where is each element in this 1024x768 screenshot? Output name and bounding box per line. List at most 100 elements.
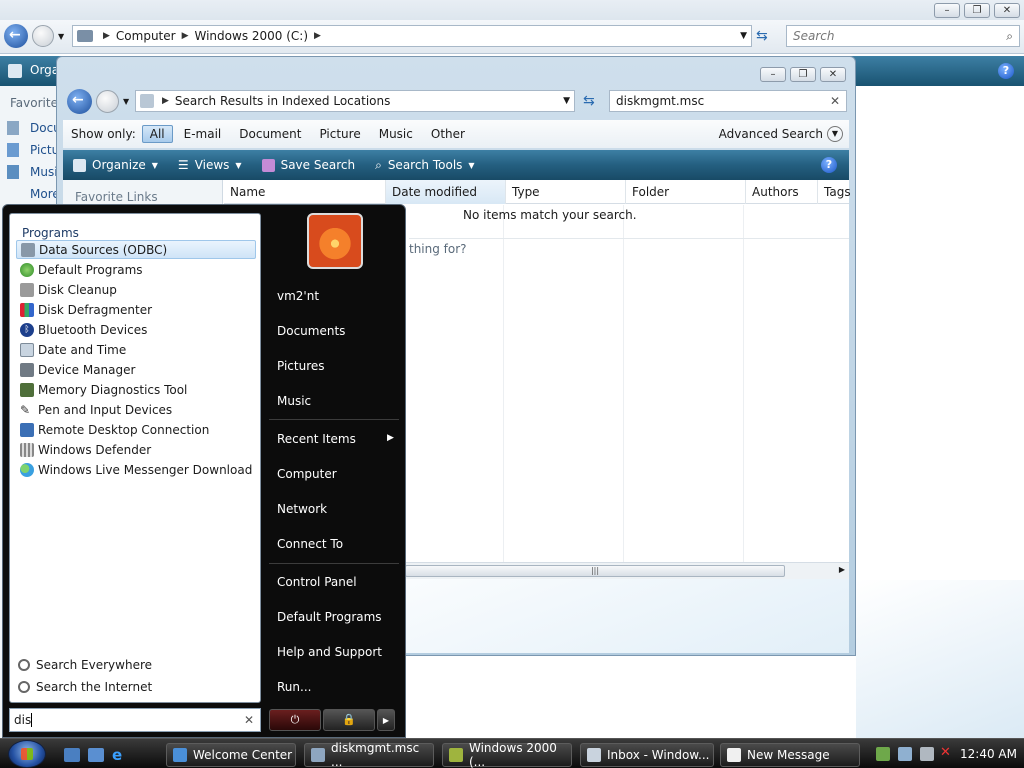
chevron-down-icon[interactable]: ▼ (563, 96, 570, 106)
display-tray-icon[interactable] (920, 747, 934, 761)
column-date-modified[interactable]: Date modified (386, 180, 506, 204)
organize-button[interactable]: Organize ▼ (73, 158, 158, 172)
refresh-icon[interactable]: ⇆ (756, 28, 768, 44)
search-icon[interactable]: ⌕ (1006, 29, 1013, 44)
program-memory-diagnostics[interactable]: Memory Diagnostics Tool (16, 380, 256, 399)
program-remote-desktop[interactable]: Remote Desktop Connection (16, 420, 256, 439)
remote-desktop-icon (20, 422, 34, 437)
column-name[interactable]: Name (224, 180, 386, 204)
computer-link[interactable]: Computer (277, 467, 337, 481)
power-button[interactable]: ⏻ (269, 709, 321, 731)
help-icon[interactable]: ? (998, 63, 1014, 79)
filter-all[interactable]: All (141, 125, 173, 143)
column-type[interactable]: Type (506, 180, 626, 204)
program-pen-and-input[interactable]: ✎ Pen and Input Devices (16, 400, 256, 419)
program-default-programs[interactable]: Default Programs (16, 260, 256, 279)
program-disk-defragmenter[interactable]: Disk Defragmenter (16, 300, 256, 319)
program-data-sources[interactable]: Data Sources (ODBC) (16, 240, 256, 259)
bg-maximize-button[interactable]: ❐ (964, 3, 990, 18)
program-bluetooth-devices[interactable]: ᛒ Bluetooth Devices (16, 320, 256, 339)
program-label: Device Manager (38, 362, 136, 377)
bg-history-dropdown-icon[interactable]: ▼ (58, 32, 64, 41)
save-icon (261, 158, 275, 172)
forward-button[interactable] (96, 90, 119, 113)
task-inbox-mail[interactable]: Inbox - Window... (580, 743, 714, 767)
task-diskmgmt-search[interactable]: diskmgmt.msc ... (304, 741, 434, 768)
network-link[interactable]: Network (277, 502, 327, 516)
filter-other[interactable]: Other (424, 126, 472, 142)
bg-back-button[interactable]: ← (4, 24, 28, 48)
program-disk-cleanup[interactable]: Disk Cleanup (16, 280, 256, 299)
task-welcome-center[interactable]: Welcome Center (166, 743, 296, 767)
scroll-right-icon[interactable]: ▶ (839, 565, 845, 574)
filter-picture[interactable]: Picture (312, 126, 367, 142)
documents-link[interactable]: Documents (277, 324, 345, 338)
clear-search-icon[interactable]: ✕ (244, 713, 254, 727)
connect-to-link[interactable]: Connect To (277, 537, 343, 551)
refresh-icon[interactable]: ⇆ (583, 93, 595, 109)
history-dropdown-icon[interactable]: ▼ (123, 97, 129, 106)
search-hint-text[interactable]: thing for? (409, 242, 467, 256)
show-desktop-icon[interactable] (64, 748, 80, 762)
search-everywhere-link[interactable]: Search Everywhere (18, 658, 152, 672)
column-tags[interactable]: Tags (818, 180, 851, 204)
volume-muted-icon[interactable]: ✕ (940, 745, 951, 760)
clear-search-icon[interactable]: ✕ (830, 94, 840, 108)
shutdown-options-button[interactable]: ▶ (377, 709, 395, 731)
back-button[interactable]: ← (67, 89, 92, 114)
start-button[interactable] (8, 740, 46, 768)
bg-forward-button[interactable] (32, 25, 54, 47)
program-windows-defender[interactable]: Windows Defender (16, 440, 256, 459)
views-button[interactable]: ☰ Views ▼ (178, 158, 242, 172)
pictures-link[interactable]: Pictures (277, 359, 325, 373)
recent-items-link[interactable]: Recent Items (277, 432, 356, 446)
breadcrumb-computer[interactable]: Computer (116, 29, 176, 43)
task-new-message[interactable]: New Message (720, 743, 860, 767)
filter-music[interactable]: Music (372, 126, 420, 142)
user-name-link[interactable]: vm2'nt (277, 289, 319, 303)
program-device-manager[interactable]: Device Manager (16, 360, 256, 379)
music-link[interactable]: Music (277, 394, 311, 408)
network-tray-icon[interactable] (876, 747, 890, 761)
search-internet-link[interactable]: Search the Internet (18, 680, 152, 694)
close-button[interactable]: ✕ (820, 67, 846, 82)
user-avatar[interactable] (307, 213, 363, 269)
bg-side-item-music[interactable]: Musi (30, 165, 58, 179)
minimize-button[interactable]: – (760, 67, 786, 82)
advanced-search-button[interactable]: Advanced Search ▼ (719, 126, 843, 142)
bg-minimize-button[interactable]: – (934, 3, 960, 18)
chevron-down-icon[interactable]: ▼ (740, 31, 747, 41)
save-search-button[interactable]: Save Search (261, 158, 355, 172)
lock-button[interactable]: 🔒 (323, 709, 375, 731)
horizontal-scrollbar[interactable]: ||| ▶ (403, 562, 849, 579)
maximize-button[interactable]: ❐ (790, 67, 816, 82)
control-panel-link[interactable]: Control Panel (277, 575, 357, 589)
default-programs-link[interactable]: Default Programs (277, 610, 382, 624)
filter-document[interactable]: Document (232, 126, 308, 142)
search-input[interactable]: diskmgmt.msc ✕ (609, 90, 847, 112)
monitor-tray-icon[interactable] (898, 747, 912, 761)
task-windows-2000-drive[interactable]: Windows 2000 (... (442, 741, 572, 768)
help-icon[interactable]: ? (821, 157, 837, 173)
program-date-and-time[interactable]: Date and Time (16, 340, 256, 359)
bg-organize-button[interactable]: Orga (30, 63, 59, 77)
column-authors[interactable]: Authors (746, 180, 818, 204)
help-and-support-link[interactable]: Help and Support (277, 645, 382, 659)
switch-windows-icon[interactable] (88, 748, 104, 762)
filter-email[interactable]: E-mail (177, 126, 229, 142)
bg-search-input[interactable]: Search ⌕ (786, 25, 1020, 47)
start-search-input[interactable]: dis ✕ (9, 708, 261, 732)
scrollbar-thumb[interactable]: ||| (405, 565, 785, 577)
search-tools-button[interactable]: ⌕ Search Tools ▼ (375, 158, 475, 173)
bg-side-item-pictures[interactable]: Pictu (30, 143, 59, 157)
program-windows-live-messenger[interactable]: Windows Live Messenger Download (16, 460, 256, 479)
address-text[interactable]: Search Results in Indexed Locations (175, 94, 390, 108)
clock[interactable]: 12:40 AM (960, 747, 1017, 761)
bg-close-button[interactable]: ✕ (994, 3, 1020, 18)
run-link[interactable]: Run... (277, 680, 311, 694)
address-bar[interactable]: ▶ Search Results in Indexed Locations ▼ (135, 90, 575, 112)
internet-explorer-icon[interactable]: e (112, 748, 128, 763)
breadcrumb-drive[interactable]: Windows 2000 (C:) (195, 29, 309, 43)
column-folder[interactable]: Folder (626, 180, 746, 204)
bg-address-bar[interactable]: ▶ Computer ▶ Windows 2000 (C:) ▶ ▼ (72, 25, 752, 47)
